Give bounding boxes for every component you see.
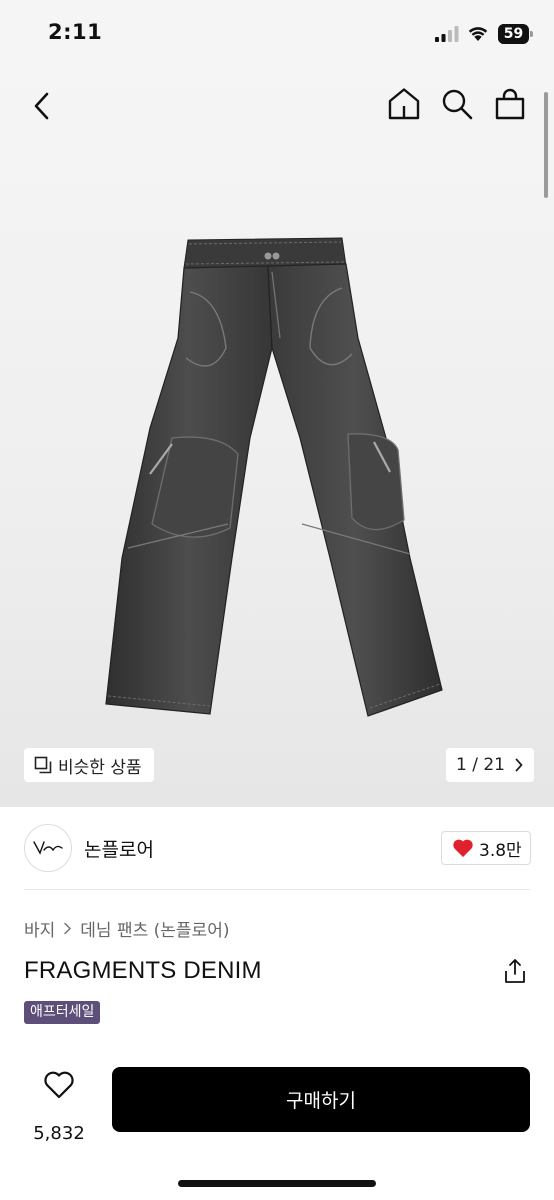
status-bar: 2:11 59 bbox=[0, 0, 554, 70]
bottom-action-bar: 5,832 구매하기 bbox=[0, 1050, 554, 1200]
brand-name[interactable]: 논플로어 bbox=[84, 835, 154, 862]
cart-button[interactable] bbox=[492, 86, 528, 122]
home-icon bbox=[388, 88, 420, 120]
breadcrumb-subcategory[interactable]: 데님 팬츠 (논플로어) bbox=[80, 916, 229, 941]
battery-body: 59 bbox=[498, 24, 529, 44]
breadcrumb-category[interactable]: 바지 bbox=[24, 916, 55, 941]
brand-like-count: 3.8만 bbox=[479, 840, 522, 861]
similar-items-button[interactable]: 비슷한 상품 bbox=[24, 748, 154, 782]
brand-logo-icon bbox=[33, 841, 63, 855]
battery-percent: 59 bbox=[503, 26, 524, 42]
home-indicator bbox=[178, 1180, 376, 1187]
image-counter: 1 / 21 bbox=[456, 755, 505, 775]
brand-row: 논플로어 3.8만 bbox=[24, 807, 531, 890]
share-icon bbox=[505, 959, 525, 983]
home-button[interactable] bbox=[386, 86, 422, 122]
shopping-bag-icon bbox=[495, 88, 525, 120]
search-button[interactable] bbox=[440, 86, 474, 122]
breadcrumb: 바지 데님 팬츠 (논플로어) bbox=[24, 916, 229, 941]
wishlist-button[interactable]: 5,832 bbox=[28, 1070, 92, 1144]
jeans-icon bbox=[105, 237, 443, 717]
product-gallery[interactable]: 비슷한 상품 1 / 21 bbox=[0, 70, 554, 807]
battery-cap bbox=[530, 31, 533, 37]
cellular-signal-icon bbox=[435, 26, 459, 42]
brand-like-button[interactable]: 3.8만 bbox=[441, 831, 531, 865]
chevron-right-icon bbox=[515, 758, 523, 772]
product-image[interactable] bbox=[90, 228, 462, 730]
chevron-left-icon bbox=[34, 92, 49, 120]
brand-logo[interactable] bbox=[24, 824, 72, 872]
heart-filled-icon bbox=[453, 839, 473, 857]
wishlist-count: 5,832 bbox=[33, 1123, 85, 1144]
similar-items-icon bbox=[34, 756, 52, 774]
battery-indicator: 59 bbox=[498, 24, 534, 44]
search-icon bbox=[442, 89, 473, 120]
similar-items-label: 비슷한 상품 bbox=[58, 757, 142, 778]
heart-outline-icon bbox=[44, 1071, 74, 1099]
image-counter-button[interactable]: 1 / 21 bbox=[446, 748, 534, 782]
chevron-right-icon bbox=[64, 922, 72, 935]
status-time: 2:11 bbox=[48, 20, 103, 44]
share-button[interactable] bbox=[503, 958, 527, 984]
product-title: FRAGMENTS DENIM bbox=[24, 957, 262, 984]
buy-button[interactable]: 구매하기 bbox=[112, 1067, 530, 1132]
sale-badge: 애프터세일 bbox=[24, 1001, 101, 1024]
scroll-indicator[interactable] bbox=[544, 92, 548, 198]
back-button[interactable] bbox=[28, 88, 58, 124]
wifi-icon bbox=[468, 27, 488, 41]
